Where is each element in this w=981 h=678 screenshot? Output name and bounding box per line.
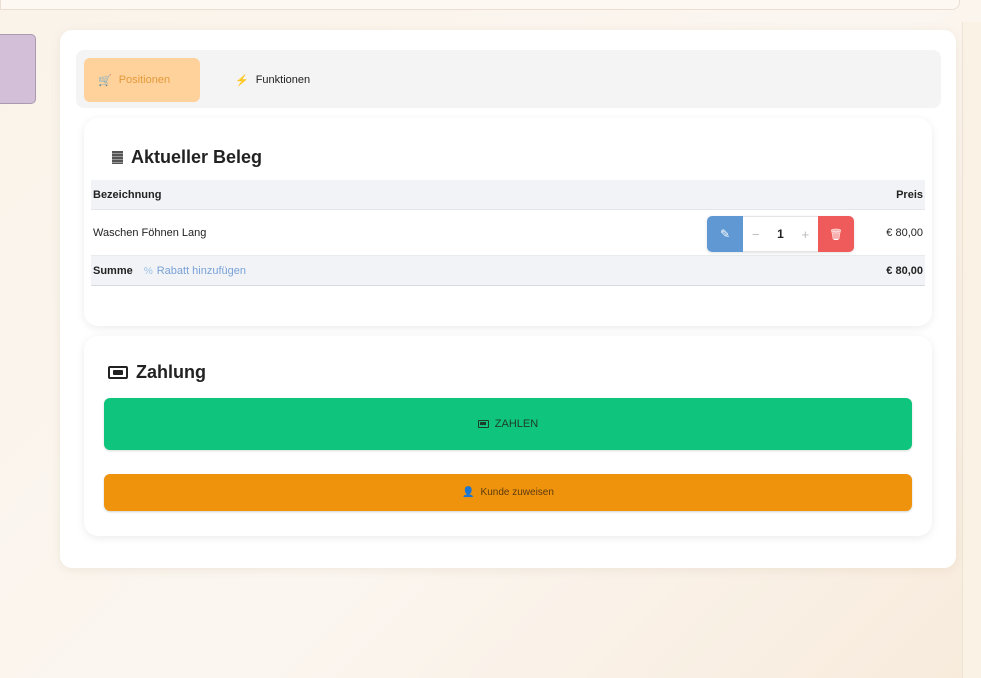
sidebar-collapsed-block[interactable] [0, 34, 36, 104]
sum-cell: Summe % Rabatt hinzufügen [93, 265, 246, 277]
tab-bar: 🛒 Positionen ⚡ Funktionen [76, 50, 941, 108]
person-icon: 👤 [462, 487, 475, 498]
item-price: € 80,00 [886, 226, 923, 239]
percent-icon: % [143, 265, 153, 277]
column-header-name: Bezeichnung [93, 188, 162, 201]
document-icon [112, 151, 123, 164]
lightning-icon: ⚡ [235, 74, 249, 87]
payment-title: Zahlung [108, 362, 206, 383]
assign-customer-label: Kunde zuweisen [480, 487, 554, 498]
column-header-price: Preis [896, 188, 923, 201]
assign-customer-button[interactable]: 👤 Kunde zuweisen [104, 474, 912, 511]
receipt-title: Aktueller Beleg [112, 147, 262, 168]
payment-card: Zahlung ZAHLEN 👤 Kunde zuweisen [84, 336, 932, 536]
increase-quantity-button[interactable]: + [802, 227, 810, 242]
table-row: Waschen Föhnen Lang ✎ − 1 + 🗑 € 80,00 [91, 210, 925, 256]
cart-icon: 🛒 [98, 74, 112, 87]
delete-item-button[interactable]: 🗑 [818, 216, 854, 252]
edit-icon: ✎ [719, 227, 731, 241]
cash-icon [108, 366, 128, 379]
decrease-quantity-button[interactable]: − [752, 227, 760, 242]
payment-title-text: Zahlung [136, 362, 206, 382]
trash-icon: 🗑 [829, 228, 843, 241]
pay-button[interactable]: ZAHLEN [104, 398, 912, 450]
tab-funktionen[interactable]: ⚡ Funktionen [221, 58, 331, 102]
receipt-card: Aktueller Beleg Bezeichnung Preis Wasche… [84, 118, 932, 326]
right-scroll-strip [962, 22, 981, 678]
quantity-value[interactable]: 1 [777, 227, 784, 241]
quantity-controls: ✎ − 1 + 🗑 [707, 216, 854, 252]
quantity-stepper: − 1 + [743, 216, 818, 252]
tab-positionen[interactable]: 🛒 Positionen [84, 58, 200, 102]
sum-value: € 80,00 [886, 264, 923, 277]
add-discount-label: Rabatt hinzufügen [156, 264, 247, 277]
receipt-title-text: Aktueller Beleg [131, 147, 263, 167]
edit-item-button[interactable]: ✎ [707, 216, 743, 252]
top-bar [0, 0, 960, 10]
item-name: Waschen Föhnen Lang [93, 226, 207, 239]
table-header-row: Bezeichnung Preis [91, 180, 925, 210]
cash-icon [477, 420, 489, 428]
pay-button-label: ZAHLEN [494, 418, 539, 430]
tab-positionen-label: Positionen [118, 74, 171, 86]
tab-funktionen-label: Funktionen [255, 74, 311, 86]
sum-row: Summe % Rabatt hinzufügen € 80,00 [91, 256, 925, 286]
sum-label: Summe [93, 264, 133, 277]
add-discount-link[interactable]: % Rabatt hinzufügen [144, 265, 246, 277]
